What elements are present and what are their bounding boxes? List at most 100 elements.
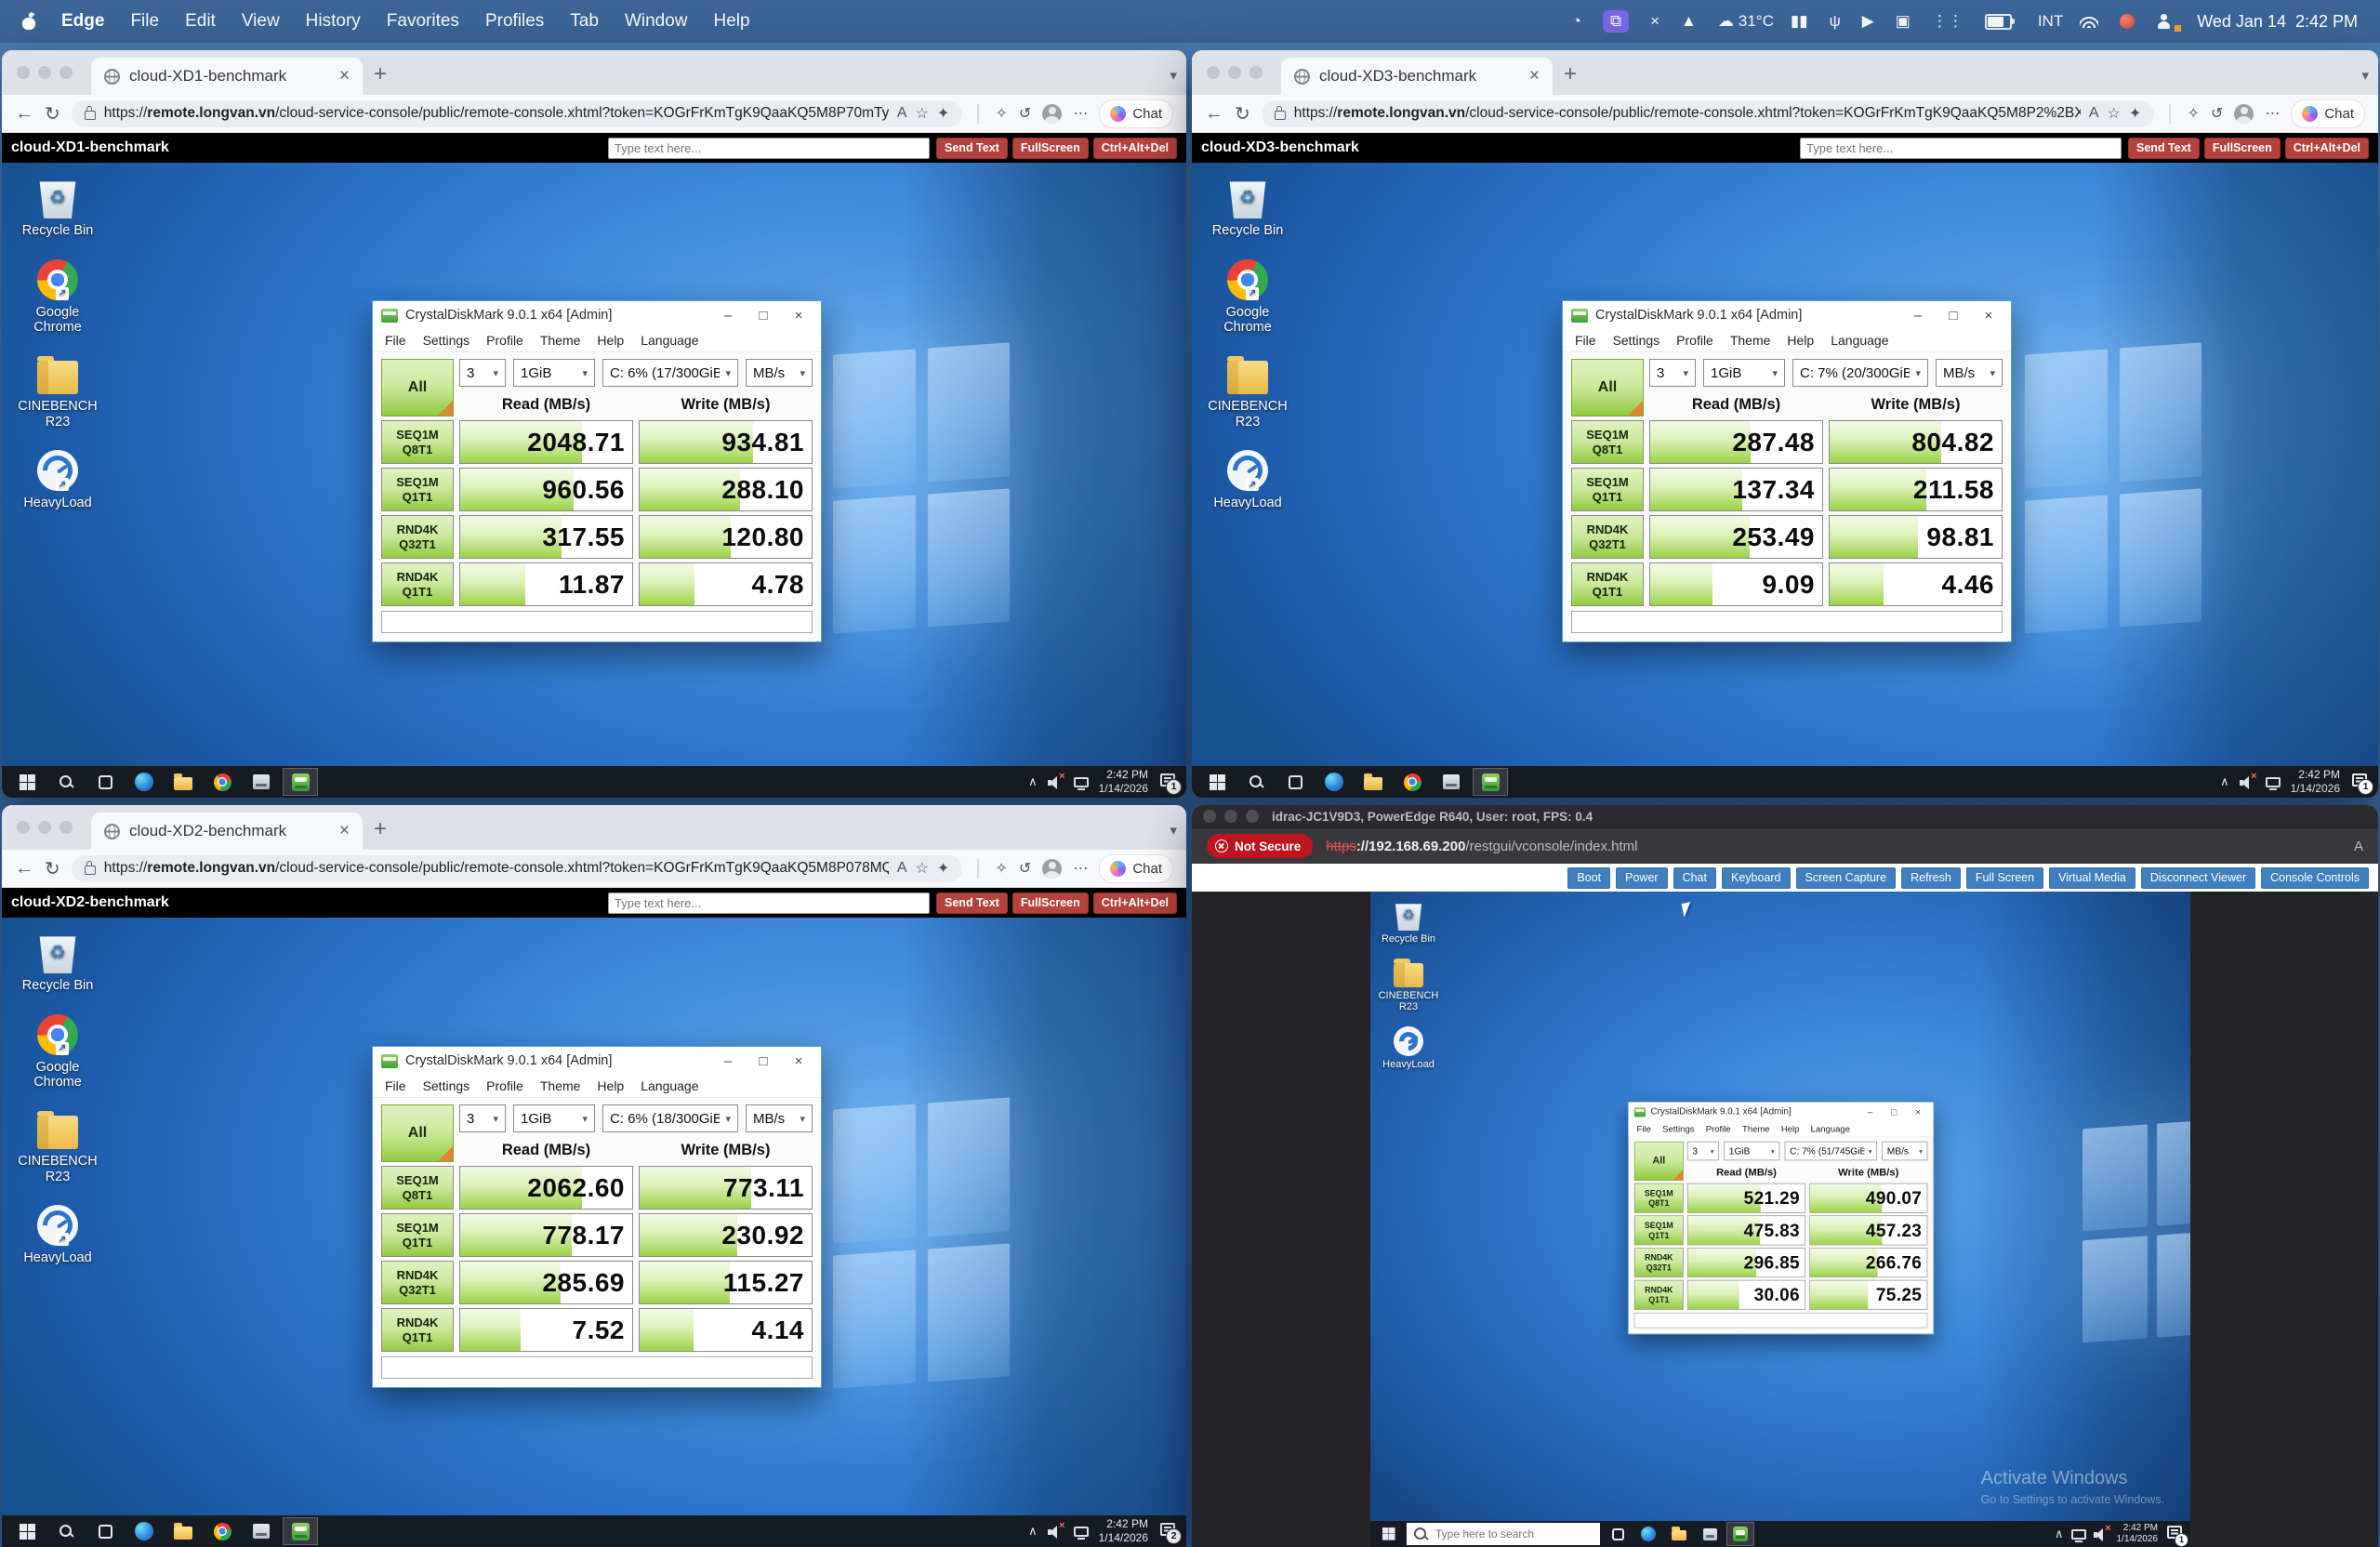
- cdm-unit-select[interactable]: MB/s▾: [1882, 1142, 1927, 1160]
- taskbar-app[interactable]: [48, 1517, 84, 1545]
- cdm-test-button[interactable]: RND4KQ1T1: [381, 1308, 454, 1352]
- desktop-icon[interactable]: CINEBENCH R23: [1205, 356, 1290, 430]
- taskbar-app[interactable]: [9, 768, 45, 796]
- cdm-test-count-select[interactable]: 3▾: [1687, 1142, 1719, 1160]
- taskbar-app[interactable]: [1238, 768, 1274, 796]
- desktop-icon[interactable]: CINEBENCH R23: [15, 1111, 100, 1184]
- copilot-chat-button[interactable]: Chat: [1099, 99, 1173, 128]
- taskbar-app[interactable]: [1696, 1522, 1724, 1546]
- idrac-action-button[interactable]: Boot: [1567, 867, 1610, 889]
- idrac-action-button[interactable]: Screen Capture: [1796, 867, 1897, 889]
- volume-muted-icon[interactable]: [1048, 776, 1064, 788]
- traffic-lights[interactable]: [17, 821, 73, 834]
- more-menu-icon[interactable]: ⋯: [1073, 104, 1088, 123]
- favorite-star-icon[interactable]: ☆: [916, 104, 929, 123]
- volume-muted-icon[interactable]: [2094, 1528, 2109, 1540]
- console-text-input[interactable]: [608, 892, 930, 914]
- volume-muted-icon[interactable]: [2240, 776, 2255, 788]
- tab-close-icon[interactable]: ×: [339, 821, 350, 841]
- tab-list-chevron-icon[interactable]: ▾: [1170, 822, 1177, 839]
- zoom-window-button[interactable]: [1250, 66, 1263, 79]
- zoom-window-button[interactable]: [1246, 810, 1259, 823]
- cdm-menu-item[interactable]: Language: [1805, 1124, 1857, 1134]
- maximize-icon[interactable]: □: [1939, 308, 1967, 324]
- cdm-menu-item[interactable]: Theme: [1722, 333, 1779, 348]
- cdm-test-size-select[interactable]: 1GiB▾: [513, 1104, 595, 1132]
- taskbar-app[interactable]: [1199, 768, 1235, 796]
- search-input[interactable]: [1434, 1527, 1593, 1541]
- desktop-icon[interactable]: Google Chrome: [15, 1014, 100, 1091]
- taskbar-app[interactable]: [87, 1517, 123, 1545]
- menubar-item[interactable]: History: [306, 11, 361, 32]
- minimize-window-button[interactable]: [38, 66, 51, 79]
- console-action-button[interactable]: Send Text: [936, 138, 1008, 159]
- cdm-test-button[interactable]: SEQ1MQ1T1: [1634, 1215, 1684, 1245]
- console-text-input[interactable]: [608, 138, 930, 159]
- minimize-window-button[interactable]: [1228, 66, 1241, 79]
- cdm-menu-item[interactable]: Profile: [478, 333, 532, 348]
- profile-avatar[interactable]: [2234, 104, 2254, 124]
- menubar-item[interactable]: Edit: [185, 11, 216, 32]
- copilot-chat-button[interactable]: Chat: [2291, 99, 2365, 128]
- minimize-icon[interactable]: –: [1904, 308, 1932, 324]
- taskbar-app[interactable]: [87, 768, 123, 796]
- close-icon[interactable]: ×: [785, 1053, 813, 1069]
- tb-active[interactable]: [1473, 768, 1508, 796]
- back-button[interactable]: ←: [15, 858, 33, 879]
- taskbar-app[interactable]: [1277, 768, 1313, 796]
- cdm-drive-select[interactable]: C: 6% (17/300GiB)▾: [602, 359, 738, 387]
- cdm-all-button[interactable]: All: [1634, 1142, 1684, 1181]
- console-action-button[interactable]: FullScreen: [1012, 138, 1089, 159]
- address-bar[interactable]: https://remote.longvan.vn/cloud-service-…: [72, 100, 962, 127]
- cdm-test-button[interactable]: RND4KQ32T1: [1634, 1248, 1684, 1277]
- cdm-menu-item[interactable]: File: [377, 333, 415, 348]
- idrac-title-bar[interactable]: idrac-JC1V9D3, PowerEdge R640, User: roo…: [1192, 805, 2378, 827]
- minimize-icon[interactable]: –: [1860, 1106, 1879, 1117]
- network-icon[interactable]: [1074, 1527, 1089, 1537]
- cdm-test-button[interactable]: RND4KQ32T1: [1571, 515, 1644, 559]
- taskbar-app[interactable]: [1634, 1522, 1662, 1546]
- console-action-button[interactable]: Send Text: [2128, 138, 2200, 159]
- network-icon[interactable]: [1074, 777, 1089, 787]
- cdm-test-button[interactable]: RND4KQ1T1: [1571, 562, 1644, 606]
- cdm-menu-item[interactable]: Language: [1822, 333, 1897, 348]
- tray-expand-icon[interactable]: ∧: [1028, 1524, 1038, 1539]
- action-center-button[interactable]: 2: [1160, 1523, 1175, 1540]
- new-tab-button[interactable]: +: [1564, 61, 1577, 87]
- cdm-test-count-select[interactable]: 3▾: [1649, 359, 1696, 387]
- not-secure-badge[interactable]: Not Secure: [1207, 834, 1313, 858]
- console-action-button[interactable]: FullScreen: [2204, 138, 2281, 159]
- console-text-input[interactable]: [1800, 138, 2122, 159]
- menubar-item[interactable]: Tab: [570, 11, 599, 32]
- read-aloud-icon[interactable]: A: [2089, 105, 2099, 122]
- cdm-title-bar[interactable]: CrystalDiskMark 9.0.1 x64 [Admin] – □ ×: [1629, 1103, 1934, 1121]
- cdm-menu-item[interactable]: Settings: [1657, 1124, 1700, 1134]
- tab-close-icon[interactable]: ×: [1529, 66, 1540, 86]
- action-center-button[interactable]: 1: [2352, 774, 2367, 791]
- taskbar-app[interactable]: [48, 768, 84, 796]
- history-icon[interactable]: ↺: [1019, 104, 1031, 123]
- minimize-window-button[interactable]: [38, 821, 51, 834]
- idrac-action-button[interactable]: Console Controls: [2261, 867, 2369, 889]
- minimize-window-button[interactable]: [1224, 810, 1237, 823]
- cdm-test-button[interactable]: SEQ1MQ8T1: [1571, 420, 1644, 464]
- cdm-drive-select[interactable]: C: 6% (18/300GiB)▾: [602, 1104, 738, 1132]
- cdm-menu-item[interactable]: Settings: [1605, 333, 1669, 348]
- idrac-action-button[interactable]: Chat: [1673, 867, 1716, 889]
- tab-list-chevron-icon[interactable]: ▾: [1170, 67, 1177, 84]
- desktop-icon[interactable]: Google Chrome: [1205, 259, 1290, 336]
- cdm-menu-item[interactable]: Help: [1776, 1124, 1805, 1134]
- browser-essentials-icon[interactable]: ✦: [937, 859, 949, 878]
- menubar-item[interactable]: File: [130, 11, 159, 32]
- tab-cloud-xd3[interactable]: cloud-XD3-benchmark ×: [1281, 58, 1553, 95]
- cdm-all-button[interactable]: All: [1571, 359, 1644, 416]
- taskbar-clock[interactable]: 2:42 PM1/14/2026: [1099, 768, 1148, 796]
- taskbar-clock[interactable]: 2:42 PM1/14/2026: [2291, 768, 2340, 796]
- taskbar-app[interactable]: [165, 768, 201, 796]
- idrac-action-button[interactable]: Power: [1616, 867, 1667, 889]
- tb-active[interactable]: [1726, 1522, 1754, 1546]
- action-center-button[interactable]: 1: [2167, 1526, 2182, 1543]
- refresh-button[interactable]: ↻: [45, 857, 60, 880]
- history-icon[interactable]: ↺: [2211, 104, 2223, 123]
- desktop-icon[interactable]: Recycle Bin: [15, 932, 100, 994]
